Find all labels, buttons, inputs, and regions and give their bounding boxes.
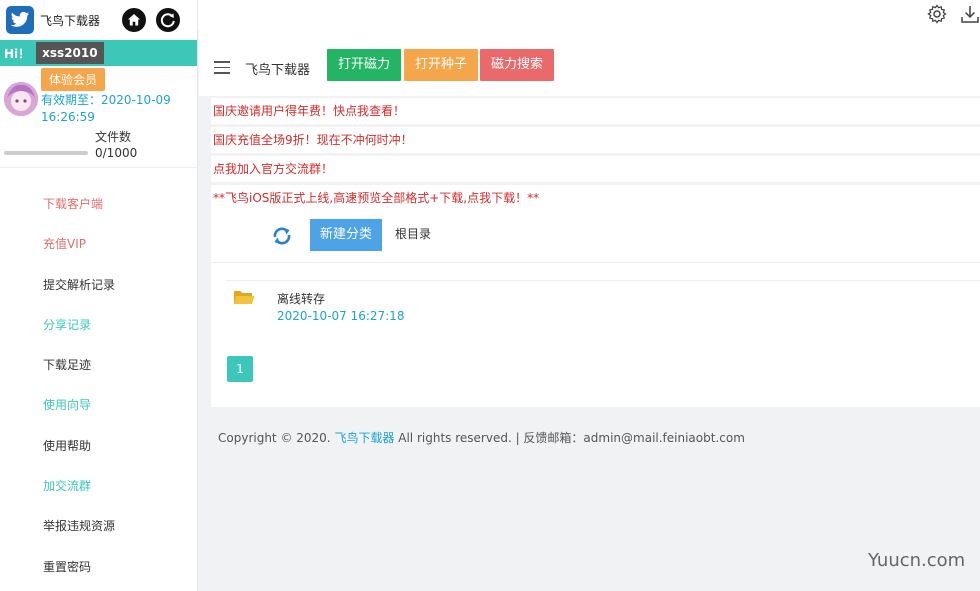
pagination-page-1[interactable]: 1 [227, 356, 253, 382]
notice-invite[interactable]: 国庆邀请用户得年费！快点我查看！ [211, 98, 980, 124]
file-progress-bar [4, 151, 88, 155]
home-button[interactable] [122, 8, 147, 32]
bird-logo-icon[interactable] [6, 6, 34, 34]
menu-item-help[interactable]: 使用帮助 [0, 426, 197, 466]
member-badge: 体验会员 [41, 68, 106, 91]
sidebar-header: 飞鸟下载器 [0, 0, 197, 40]
menu-item-join-group[interactable]: 加交流群 [0, 466, 197, 506]
file-panel: 新建分类 根目录 离线转存 2020-10-07 16:27:18 1 [211, 206, 980, 407]
menu-item-download-history[interactable]: 下载足迹 [0, 345, 197, 385]
file-item-date: 2020-10-07 16:27:18 [277, 309, 405, 323]
sidebar: 飞鸟下载器 Hi！ xss2010 体验会员 有效期至：2020-10-09 1… [0, 0, 198, 591]
notice-join-group[interactable]: 点我加入官方交流群！ [211, 156, 980, 182]
menu-item-submit-parse-records[interactable]: 提交解析记录 [0, 265, 197, 305]
menu-item-download-client[interactable]: 下载客户端 [0, 184, 197, 224]
greeting-text: Hi！ [4, 46, 31, 61]
menu-item-usage-guide[interactable]: 使用向导 [0, 385, 197, 425]
user-info: 体验会员 有效期至：2020-10-09 16:26:59 文件数 0/1000 [0, 66, 197, 168]
home-icon [128, 14, 141, 26]
main-content: 飞鸟下载器 打开磁力 打开种子 磁力搜索 国庆邀请用户得年费！快点我查看！ 国庆… [199, 30, 980, 591]
app-window: 飞鸟下载器 Hi！ xss2010 体验会员 有效期至：2020-10-09 1… [0, 0, 980, 591]
gear-icon[interactable] [927, 4, 947, 24]
download-icon[interactable] [960, 4, 980, 24]
hamburger-icon[interactable] [214, 61, 230, 74]
divider [211, 262, 980, 263]
new-category-button[interactable]: 新建分类 [310, 219, 383, 251]
notice-recharge[interactable]: 国庆充值全场9折！现在不冲何时冲！ [211, 127, 980, 153]
notice-list: 国庆邀请用户得年费！快点我查看！ 国庆充值全场9折！现在不冲何时冲！ 点我加入官… [211, 98, 980, 214]
refresh-button[interactable] [156, 8, 181, 32]
greeting-bar: Hi！ xss2010 [0, 40, 197, 66]
sidebar-menu: 下载客户端 充值VIP 提交解析记录 分享记录 下载足迹 使用向导 使用帮助 加… [0, 184, 197, 587]
toolbar: 飞鸟下载器 打开磁力 打开种子 磁力搜索 [199, 30, 980, 96]
toolbar-title: 飞鸟下载器 [245, 63, 311, 78]
breadcrumb-root[interactable]: 根目录 [395, 225, 431, 242]
file-count-label: 文件数 [95, 130, 132, 144]
sync-icon[interactable] [271, 225, 293, 247]
menu-item-reset-password[interactable]: 重置密码 [0, 547, 197, 587]
avatar[interactable] [4, 82, 38, 116]
footer-prefix: Copyright © 2020. [218, 431, 335, 445]
footer-link[interactable]: 飞鸟下载器 [334, 431, 394, 445]
file-item-name[interactable]: 离线转存 [277, 290, 325, 307]
watermark: Yuucn.com [868, 550, 966, 571]
menu-item-recharge-vip[interactable]: 充值VIP [0, 224, 197, 264]
open-magnet-button[interactable]: 打开磁力 [327, 49, 402, 81]
app-name: 飞鸟下载器 [40, 13, 101, 28]
divider [225, 280, 980, 281]
magnet-search-button[interactable]: 磁力搜索 [480, 49, 555, 81]
open-torrent-button[interactable]: 打开种子 [404, 49, 479, 81]
username: xss2010 [36, 42, 104, 64]
expire-date: 有效期至：2020-10-09 16:26:59 [41, 93, 171, 124]
menu-item-report-resource[interactable]: 举报违规资源 [0, 506, 197, 546]
folder-icon[interactable] [233, 288, 255, 306]
file-count: 0/1000 [95, 146, 138, 160]
footer: Copyright © 2020. 飞鸟下载器 All rights reser… [218, 429, 745, 446]
refresh-icon [160, 13, 175, 28]
footer-suffix: All rights reserved. | 反馈邮箱：admin@mail.f… [394, 431, 745, 445]
menu-item-share-records[interactable]: 分享记录 [0, 305, 197, 345]
top-bar [198, 0, 980, 30]
